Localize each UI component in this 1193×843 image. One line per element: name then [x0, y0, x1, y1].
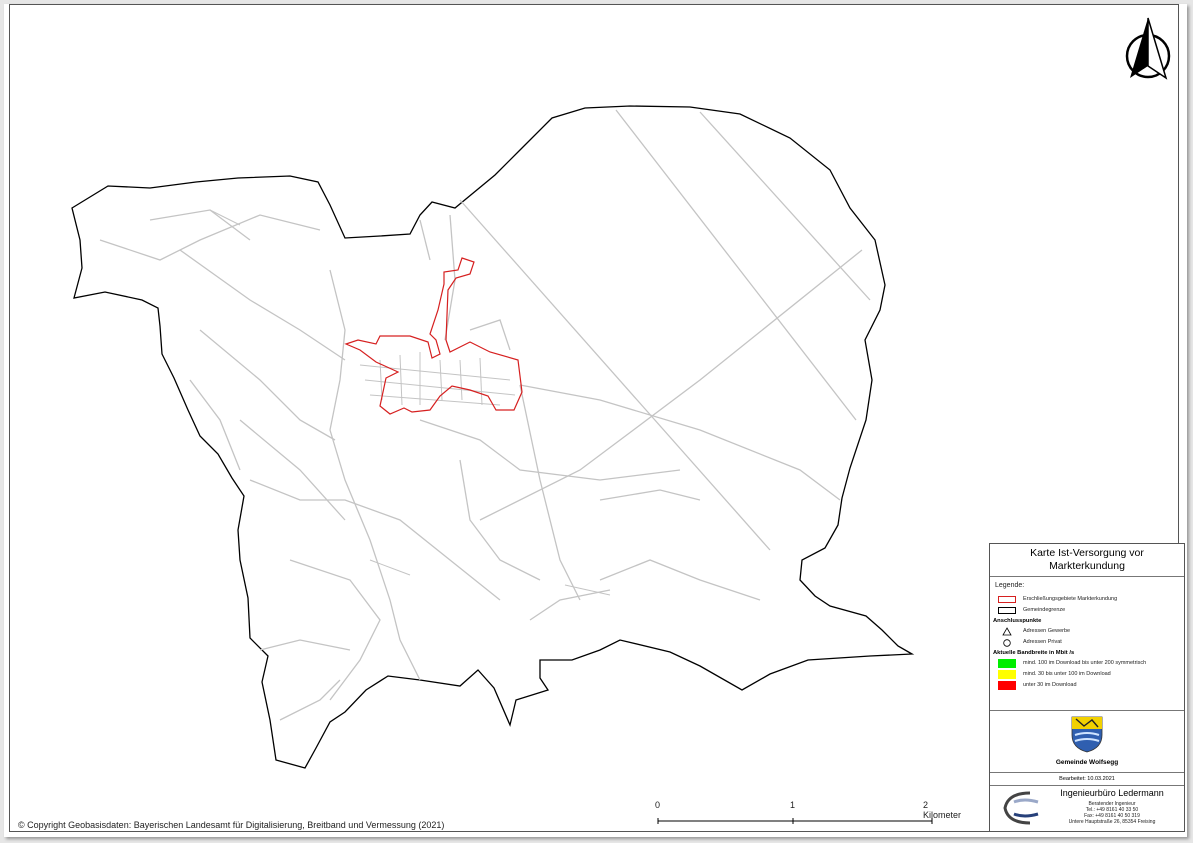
- coat-of-arms-icon: [1071, 716, 1103, 753]
- legend-bw-yellow-label: mind. 30 bis unter 100 im Download: [1023, 671, 1111, 677]
- legend-item-private-label: Adressen Privat: [1023, 639, 1062, 645]
- legend-item-area: Erschließungsgebiete Markterkundung: [990, 594, 1184, 605]
- legend-bw-red: unter 30 im Download: [990, 680, 1184, 691]
- legend-item-area-label: Erschließungsgebiete Markterkundung: [1023, 596, 1118, 602]
- municipality-box: Gemeinde Wolfsegg: [990, 710, 1184, 773]
- boundary-swatch: [998, 607, 1016, 614]
- firm-line4: Untere Hauptstraße 26, 85354 Freising: [1068, 819, 1156, 825]
- legend-item-boundary-label: Gemeindegrenze: [1023, 607, 1066, 613]
- firm-name: Ingenieurbüro Ledermann: [1060, 788, 1164, 798]
- copyright-note: © Copyright Geobasisdaten: Bayerischen L…: [18, 820, 445, 830]
- yellow-swatch: [998, 670, 1016, 679]
- triangle-icon: [1002, 627, 1012, 636]
- map-title: Karte Ist-Versorgung vor Markterkundung: [990, 544, 1184, 577]
- legend-panel: Karte Ist-Versorgung vor Markterkundung …: [989, 543, 1185, 832]
- legend-bw-green-label: mind. 100 im Download bis unter 200 symm…: [1023, 660, 1147, 666]
- scale-line: [657, 818, 933, 824]
- legend-bw-green: mind. 100 im Download bis unter 200 symm…: [990, 658, 1184, 669]
- firm-logo-icon: [1003, 791, 1039, 825]
- legend-item-business-label: Adressen Gewerbe: [1023, 628, 1071, 634]
- points-heading: Anschlusspunkte: [993, 618, 1042, 624]
- village-streets: [209, 209, 611, 596]
- edit-date: Bearbeitet: 10.03.2021: [990, 772, 1184, 786]
- scale-bar: 0 1 2 Kilometer: [650, 800, 961, 830]
- map-title-line2: Markterkundung: [1049, 560, 1125, 572]
- firm-block: Ingenieurbüro Ledermann Beratender Ingen…: [990, 785, 1184, 831]
- municipality-name: Gemeinde Wolfsegg: [1055, 759, 1119, 766]
- bandwidth-heading: Aktuelle Bandbreite in Mbit /s: [993, 650, 1075, 656]
- development-area-outline: [344, 257, 523, 415]
- legend-heading: Legende:: [995, 582, 1025, 589]
- road-network: [99, 109, 871, 721]
- legend-bw-red-label: unter 30 im Download: [1023, 682, 1077, 688]
- area-swatch: [998, 596, 1016, 603]
- legend-item-business: Adressen Gewerbe: [990, 626, 1184, 637]
- north-arrow-icon: [1125, 17, 1171, 80]
- legend-bw-yellow: mind. 30 bis unter 100 im Download: [990, 669, 1184, 680]
- circle-icon: [1003, 639, 1011, 647]
- green-swatch: [998, 659, 1016, 668]
- red-swatch: [998, 681, 1016, 690]
- legend-item-private: Adressen Privat: [990, 637, 1184, 648]
- municipal-boundary: [71, 105, 915, 769]
- legend-item-boundary: Gemeindegrenze: [990, 605, 1184, 616]
- map-title-line1: Karte Ist-Versorgung vor: [1030, 547, 1144, 559]
